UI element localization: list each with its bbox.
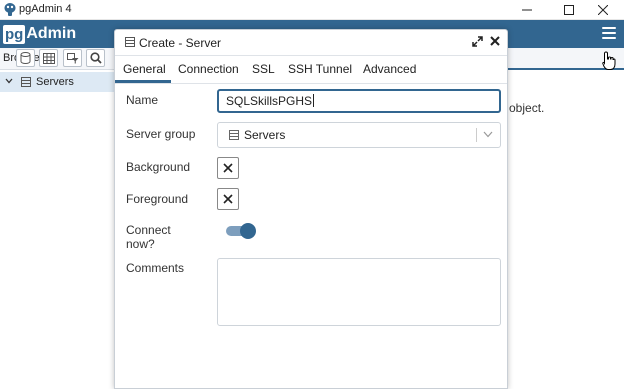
tab-ssl[interactable]: SSL: [252, 62, 275, 76]
tab-connection[interactable]: Connection: [178, 62, 239, 76]
window-titlebar: pgAdmin 4: [0, 0, 624, 20]
comments-textarea[interactable]: [217, 258, 501, 326]
select-separator: [476, 128, 477, 142]
server-group-value: Servers: [244, 128, 286, 142]
server-icon: [125, 37, 135, 47]
window-close-icon: [598, 4, 608, 15]
window-close-button[interactable]: [582, 0, 624, 19]
search-icon: [89, 52, 102, 64]
pgadmin-logo: pg Admin: [3, 24, 76, 44]
clear-color-icon: [223, 163, 233, 173]
dialog-tabs: General Connection SSL SSH Tunnel Advanc…: [115, 56, 507, 84]
connect-now-toggle[interactable]: [226, 223, 256, 239]
foreground-color-picker[interactable]: [217, 188, 239, 210]
background-color-picker[interactable]: [217, 157, 239, 179]
tree-item-label: Servers: [36, 76, 74, 88]
background-label: Background: [126, 160, 191, 174]
right-panel-message: object.: [509, 101, 545, 115]
name-label: Name: [126, 93, 159, 107]
text-caret: [313, 94, 315, 107]
search-objects-button[interactable]: [86, 49, 105, 67]
maximize-icon: [564, 4, 574, 15]
clear-color-icon: [223, 194, 233, 204]
table-icon: [42, 52, 55, 64]
foreground-label: Foreground: [126, 192, 189, 206]
active-tab-indicator: [115, 80, 171, 83]
comments-label: Comments: [126, 261, 185, 275]
minimize-icon: [522, 9, 532, 10]
dialog-title: Create - Server: [139, 36, 222, 50]
create-server-dialog: Create - Server General Connection SSL S…: [114, 29, 508, 389]
expand-icon[interactable]: [472, 36, 483, 47]
name-input[interactable]: SQLSkillsPGHS: [217, 89, 501, 113]
filter-icon: [66, 52, 78, 63]
tab-advanced[interactable]: Advanced: [363, 62, 416, 76]
logo-admin: Admin: [26, 25, 77, 42]
chevron-down-icon[interactable]: [5, 77, 13, 85]
connect-now-label: Connect now?: [126, 223, 171, 251]
filter-button[interactable]: [63, 49, 82, 67]
window-title: pgAdmin 4: [19, 3, 72, 15]
hamburger-icon[interactable]: [602, 27, 616, 39]
tree-item-servers[interactable]: Servers: [0, 72, 114, 92]
server-icon: [21, 77, 31, 87]
chevron-down-icon[interactable]: [483, 131, 493, 138]
tab-general[interactable]: General: [123, 62, 166, 76]
toggle-knob: [240, 223, 256, 239]
database-icon: [20, 52, 31, 64]
view-data-button[interactable]: [39, 49, 58, 67]
connect-now-label-line1: Connect: [126, 223, 171, 237]
query-tool-button[interactable]: [16, 49, 35, 67]
server-group-select[interactable]: Servers: [217, 122, 501, 148]
tab-ssh-tunnel[interactable]: SSH Tunnel: [288, 62, 352, 76]
app-icon: [4, 3, 16, 16]
close-icon[interactable]: [490, 36, 500, 46]
connect-now-label-line2: now?: [126, 237, 155, 251]
logo-pg: pg: [3, 24, 26, 44]
dialog-header[interactable]: Create - Server: [115, 30, 507, 56]
server-icon: [229, 130, 239, 140]
name-input-value: SQLSkillsPGHS: [226, 94, 313, 108]
minimize-button[interactable]: [506, 0, 548, 19]
server-group-label: Server group: [126, 127, 196, 141]
hand-cursor-icon: [602, 51, 616, 70]
